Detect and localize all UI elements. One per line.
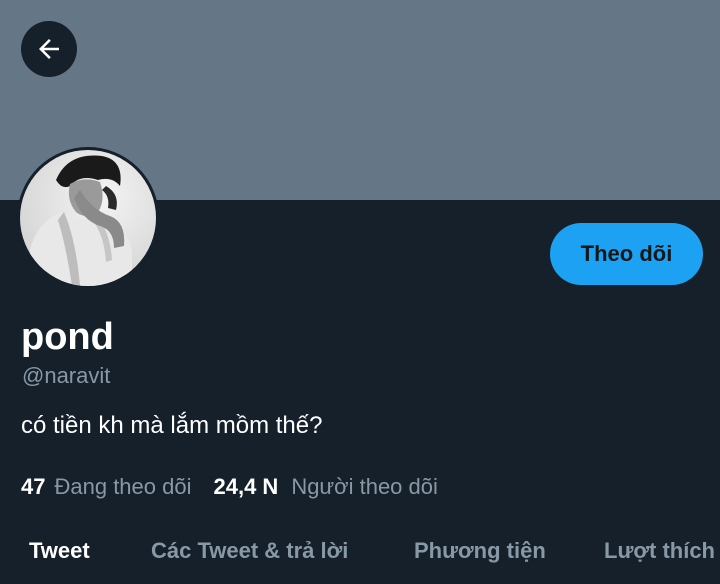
profile-handle: @naravit <box>22 363 111 388</box>
following-link[interactable]: 47 Đang theo dõi <box>21 472 191 502</box>
follow-button[interactable]: Theo dõi <box>550 223 703 285</box>
tab-media[interactable]: Phương tiện <box>414 536 546 566</box>
tab-tweets[interactable]: Tweet <box>29 536 90 566</box>
profile-stats: 47 Đang theo dõi 24,4 N Người theo dõi <box>21 472 438 502</box>
followers-count: 24,4 N <box>213 474 279 499</box>
arrow-left-icon <box>39 39 59 59</box>
profile-bio: có tiền kh mà lắm mồm thế? <box>21 412 323 439</box>
avatar[interactable] <box>17 147 159 289</box>
back-button[interactable] <box>21 21 77 77</box>
profile-name: pond <box>21 316 114 358</box>
profile-tabs: Tweet Các Tweet & trả lời Phương tiện Lư… <box>0 520 720 584</box>
following-label: Đang theo dõi <box>54 474 192 499</box>
avatar-photo <box>20 150 156 286</box>
tab-tweets-replies[interactable]: Các Tweet & trả lời <box>151 536 348 566</box>
tab-likes[interactable]: Lượt thích <box>604 536 715 566</box>
followers-link[interactable]: 24,4 N Người theo dõi <box>213 472 437 502</box>
followers-label: Người theo dõi <box>291 474 438 499</box>
following-count: 47 <box>21 474 46 499</box>
